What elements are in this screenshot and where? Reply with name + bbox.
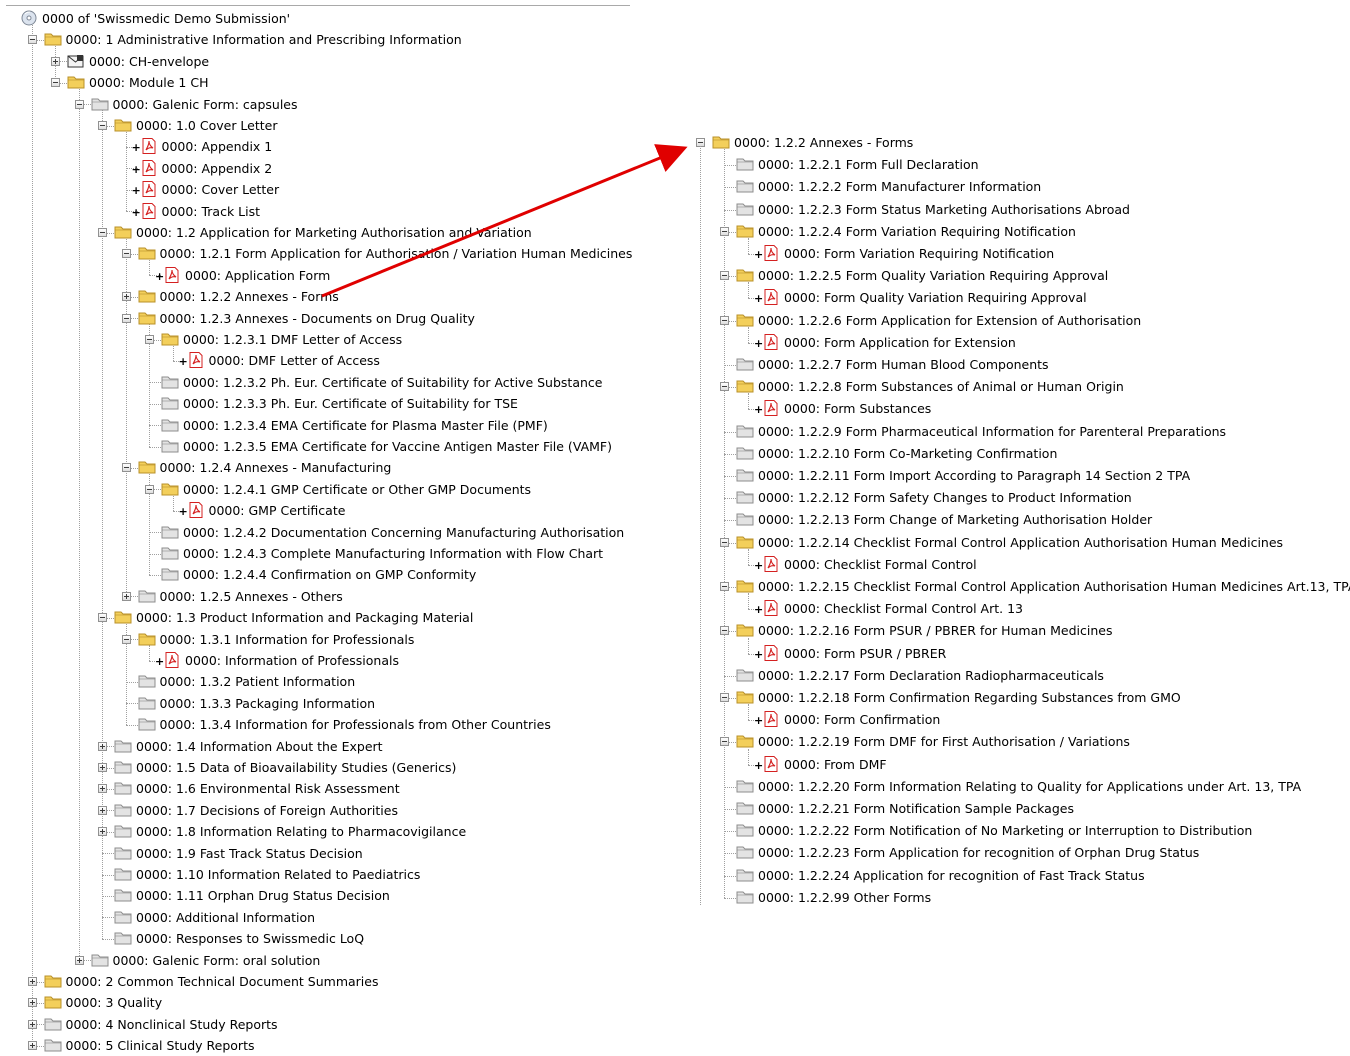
callout-arrow <box>321 144 688 298</box>
arrow-line <box>321 144 688 298</box>
